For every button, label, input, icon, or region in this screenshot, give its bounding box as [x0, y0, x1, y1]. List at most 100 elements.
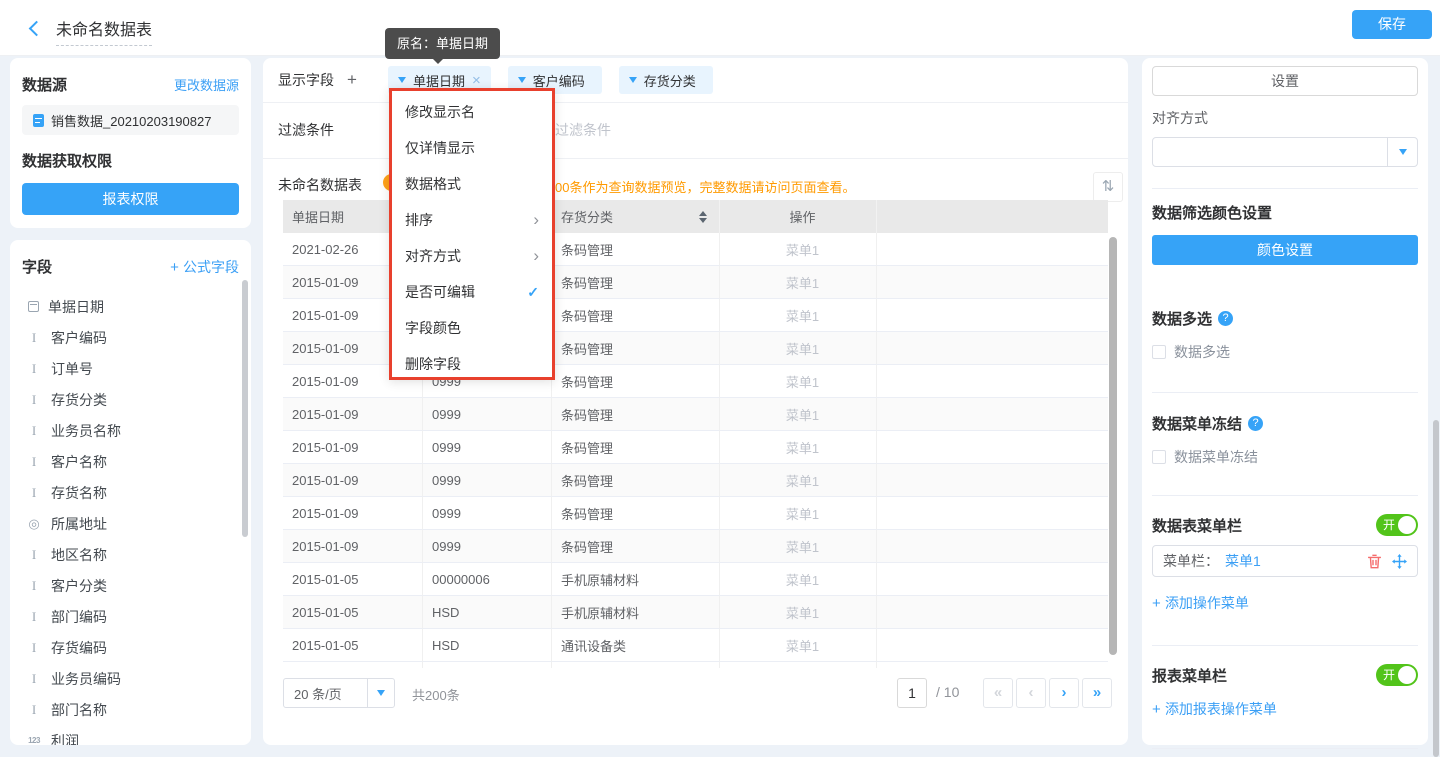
close-icon[interactable] — [472, 72, 481, 89]
field-list-item[interactable]: 利润 — [22, 725, 239, 745]
delete-icon[interactable] — [1367, 554, 1382, 569]
datasource-file[interactable]: 销售数据_20210203190827 — [22, 105, 239, 135]
menu-item-label: 删除字段 — [405, 354, 461, 374]
menu-item[interactable]: 对齐方式 — [392, 238, 552, 274]
field-list-item[interactable]: 单据日期 — [22, 291, 239, 322]
cell-action-menu[interactable]: 菜单1 — [720, 431, 877, 464]
cell-action-menu[interactable]: 菜单1 — [720, 464, 877, 497]
add-report-action-link[interactable]: 添加报表操作菜单 — [1152, 699, 1418, 719]
menu-item[interactable]: 是否可编辑 — [392, 274, 552, 310]
help-icon[interactable] — [1218, 311, 1233, 326]
cell-category: 条码管理 — [552, 530, 720, 563]
align-label: 对齐方式 — [1152, 108, 1418, 128]
cell-action-menu[interactable]: 菜单1 — [720, 398, 877, 431]
field-list-item[interactable]: 地区名称 — [22, 539, 239, 570]
checkbox[interactable] — [1152, 345, 1166, 359]
field-list-item[interactable]: 部门编码 — [22, 601, 239, 632]
field-list-item[interactable]: 客户分类 — [22, 570, 239, 601]
save-button[interactable]: 保存 — [1352, 10, 1432, 39]
report-menubar-toggle[interactable]: 开 — [1376, 664, 1418, 686]
freeze-checkbox-row[interactable]: 数据菜单冻结 — [1152, 447, 1418, 467]
chevron-down-icon — [367, 679, 394, 707]
field-list-item[interactable]: 存货分类 — [22, 384, 239, 415]
field-type-icon — [26, 361, 42, 377]
cell-action-menu[interactable]: 菜单1 — [720, 497, 877, 530]
add-display-field-icon[interactable]: + — [347, 70, 357, 90]
align-select[interactable] — [1152, 137, 1418, 167]
field-list-item[interactable]: 存货名称 — [22, 477, 239, 508]
prev-page-button[interactable] — [1016, 678, 1046, 708]
cell-action-menu[interactable]: 菜单1 — [720, 596, 877, 629]
field-list-item[interactable]: 部门名称 — [22, 694, 239, 725]
field-list-item[interactable]: 业务员编码 — [22, 663, 239, 694]
back-icon[interactable] — [28, 21, 42, 35]
cell-action-menu[interactable]: 菜单1 — [720, 530, 877, 563]
menu-item[interactable]: 修改显示名 — [392, 94, 552, 130]
field-type-icon — [26, 640, 42, 656]
cell-date: 2015-01-09 — [283, 530, 423, 563]
report-permission-button[interactable]: 报表权限 — [22, 183, 239, 215]
field-list-item[interactable]: 客户编码 — [22, 322, 239, 353]
menu-item[interactable]: 排序 — [392, 202, 552, 238]
field-chip[interactable]: 存货分类 — [619, 66, 713, 94]
multiselect-checkbox-row[interactable]: 数据多选 — [1152, 342, 1418, 362]
table-scrollbar[interactable] — [1109, 237, 1117, 655]
field-label: 存货分类 — [51, 390, 107, 410]
cell-date: 2015-01-09 — [283, 431, 423, 464]
cell-category: 条码管理 — [552, 365, 720, 398]
menu-item-label: 排序 — [405, 210, 433, 230]
chevron-down-icon[interactable] — [518, 77, 526, 83]
chevron-down-icon[interactable] — [629, 77, 637, 83]
cell-action-menu[interactable]: 菜单1 — [720, 629, 877, 662]
table-row: 2015-01-09 0999 条码管理 菜单1 — [283, 530, 1108, 563]
cell-empty — [877, 365, 1108, 398]
next-page-button[interactable] — [1049, 678, 1079, 708]
cell-date: 2015-01-09 — [283, 464, 423, 497]
menu-item[interactable]: 字段颜色 — [392, 310, 552, 346]
cell-action-menu[interactable]: 菜单1 — [720, 266, 877, 299]
cell-action-menu[interactable]: 菜单1 — [720, 299, 877, 332]
field-list: 单据日期 客户编码 订单号 存货分类 业务员名称 — [22, 291, 239, 745]
field-list-item[interactable]: 所属地址 — [22, 508, 239, 539]
field-list-item[interactable]: 客户名称 — [22, 446, 239, 477]
field-list-item[interactable]: 业务员名称 — [22, 415, 239, 446]
table-row: 2015-01-09 0999 条码管理 菜单1 — [283, 497, 1108, 530]
first-page-button[interactable] — [983, 678, 1013, 708]
checkbox[interactable] — [1152, 450, 1166, 464]
field-list-item[interactable]: 存货编码 — [22, 632, 239, 663]
menubar-item-label: 菜单栏： — [1163, 551, 1219, 571]
cell-action-menu[interactable]: 菜单1 — [720, 233, 877, 266]
chevron-right-icon — [533, 210, 539, 230]
fields-scrollbar[interactable] — [242, 280, 248, 537]
cell-action-menu[interactable]: 菜单1 — [720, 563, 877, 596]
cell-action-menu[interactable]: 菜单1 — [720, 365, 877, 398]
add-action-menu-link[interactable]: 添加操作菜单 — [1152, 593, 1418, 613]
cell-category: 条码管理 — [552, 464, 720, 497]
sort-icon[interactable] — [699, 211, 707, 223]
menu-item[interactable]: 仅详情显示 — [392, 130, 552, 166]
menubar-item-value[interactable]: 菜单1 — [1225, 551, 1261, 571]
topbar: 未命名数据表 保存 — [0, 0, 1440, 56]
field-list-item[interactable]: 订单号 — [22, 353, 239, 384]
menu-item[interactable]: 删除字段 — [392, 346, 552, 382]
page-number-input[interactable]: 1 — [897, 678, 927, 708]
page-scrollbar[interactable] — [1433, 420, 1439, 757]
header-cell-empty — [877, 200, 1108, 233]
field-type-icon — [26, 330, 42, 346]
sort-order-icon[interactable]: ⇅ — [1093, 172, 1123, 202]
add-formula-field-link[interactable]: 公式字段 — [170, 257, 239, 277]
help-icon[interactable] — [1248, 416, 1263, 431]
move-icon[interactable] — [1392, 554, 1407, 569]
settings-button[interactable]: 设置 — [1152, 66, 1418, 96]
cell-action-menu[interactable]: 菜单1 — [720, 332, 877, 365]
divider — [1152, 188, 1418, 189]
color-settings-button[interactable]: 颜色设置 — [1152, 235, 1418, 265]
menu-item-label: 仅详情显示 — [405, 138, 475, 158]
page-size-select[interactable]: 20 条/页 — [283, 678, 395, 708]
cell-empty — [877, 431, 1108, 464]
change-datasource-link[interactable]: 更改数据源 — [174, 75, 239, 94]
last-page-button[interactable] — [1082, 678, 1112, 708]
chevron-down-icon[interactable] — [398, 77, 406, 83]
table-menubar-toggle[interactable]: 开 — [1376, 514, 1418, 536]
menu-item[interactable]: 数据格式 — [392, 166, 552, 202]
